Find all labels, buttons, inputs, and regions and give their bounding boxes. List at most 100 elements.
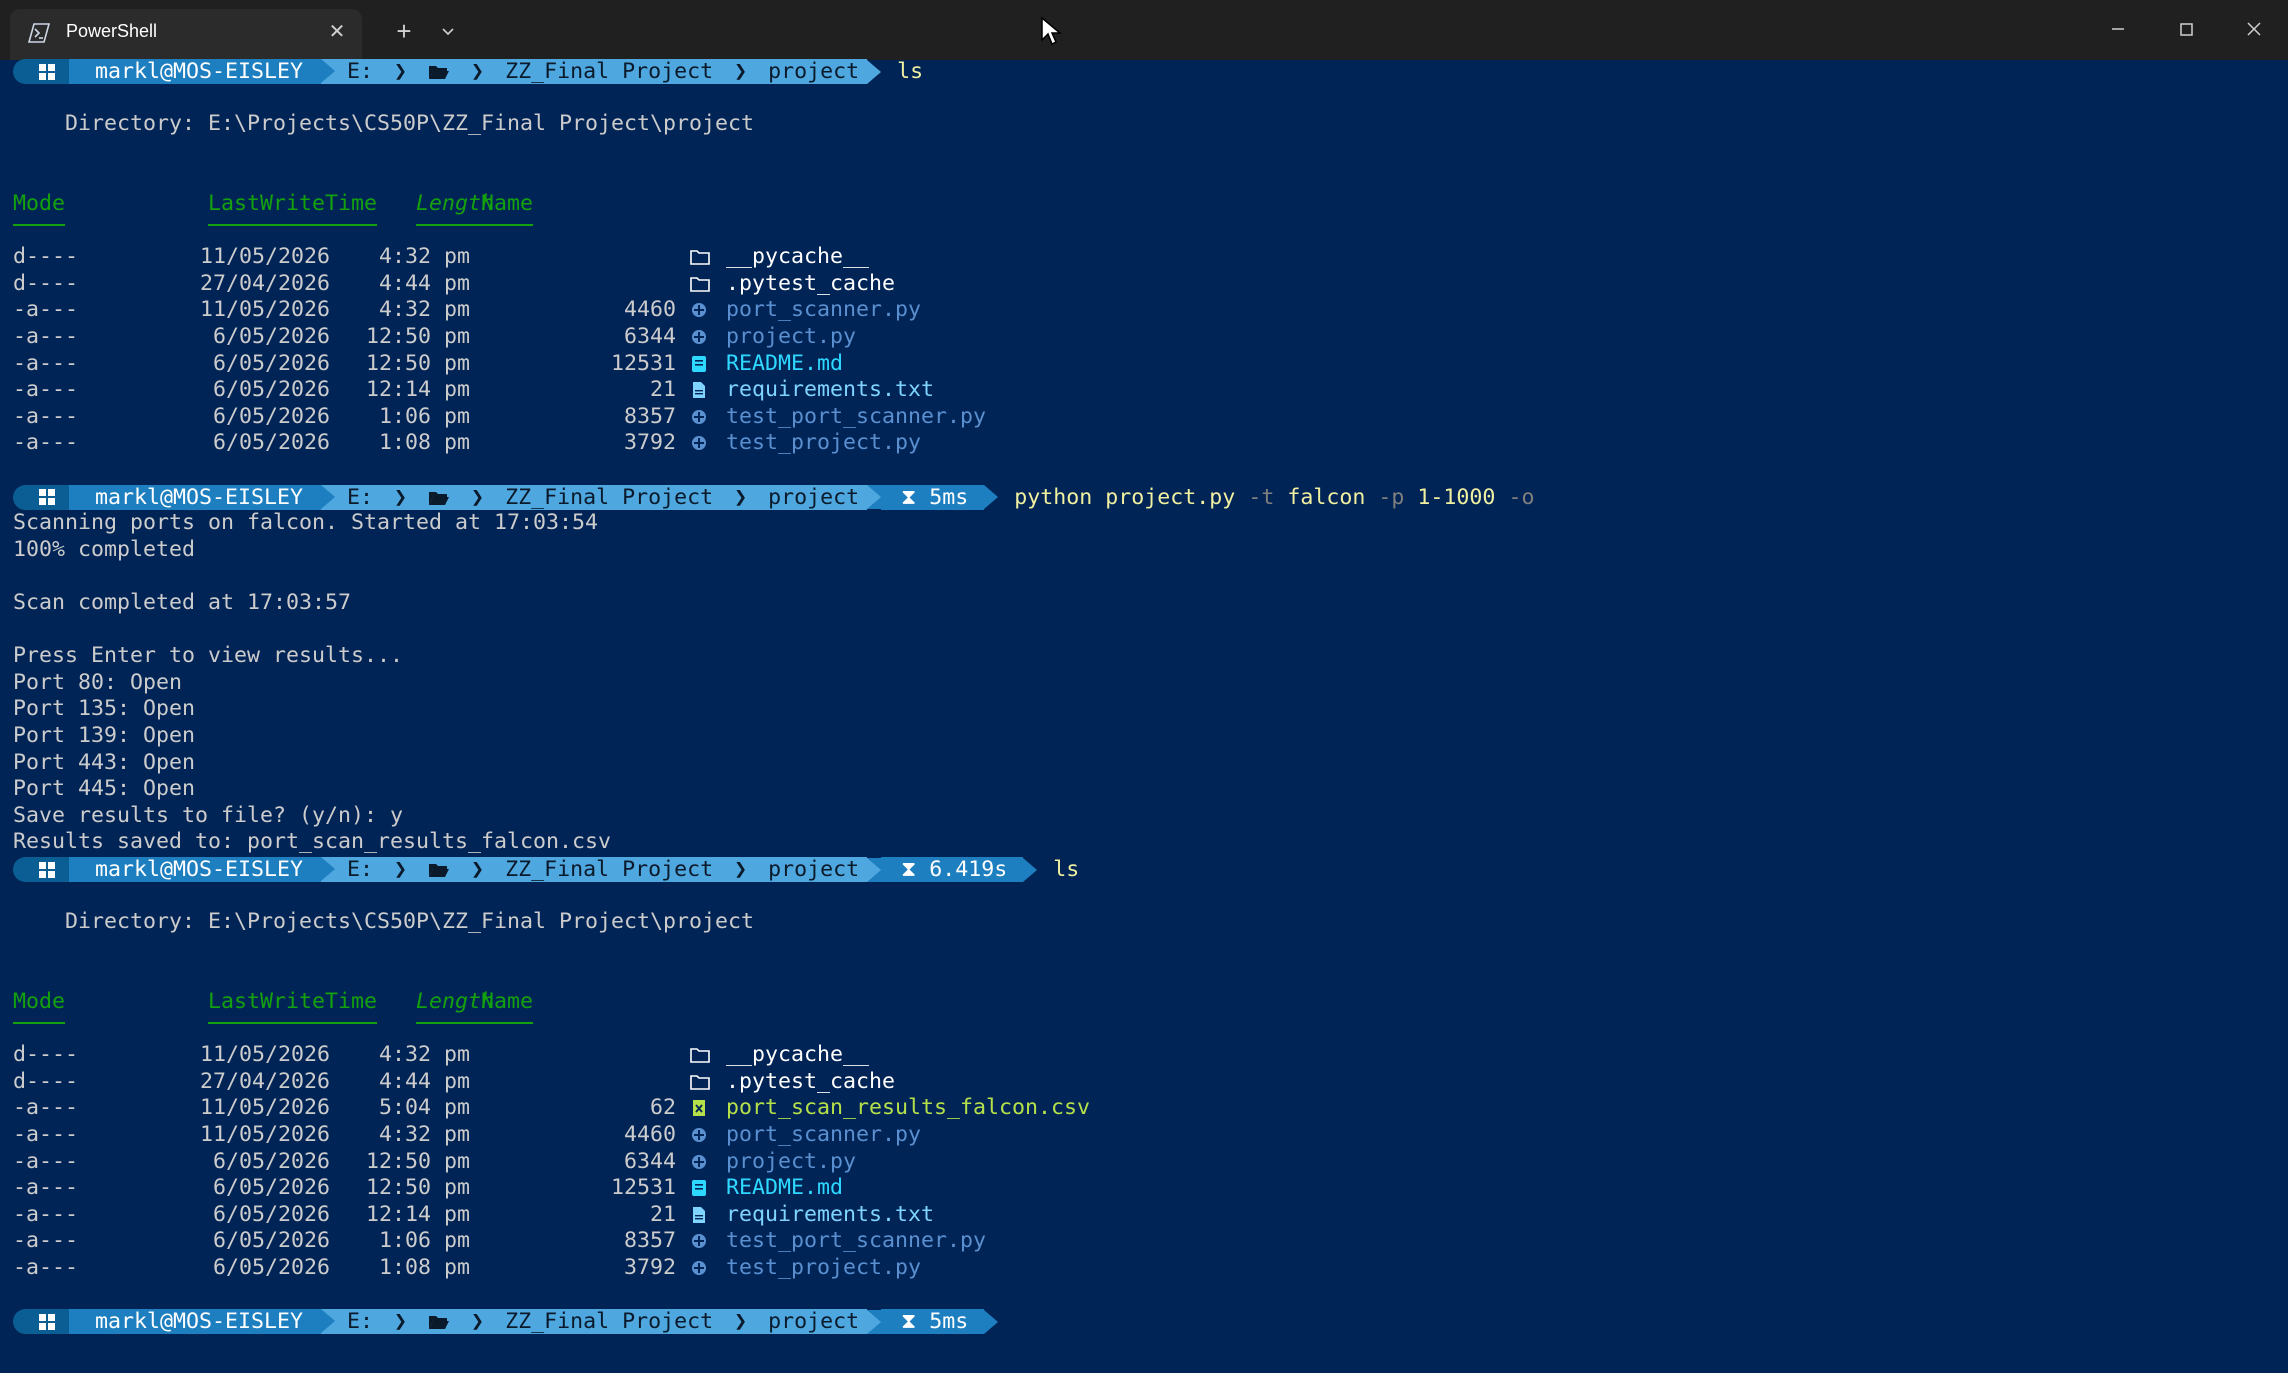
file-name[interactable]: .pytest_cache bbox=[690, 271, 895, 297]
prompt-user: markl@MOS-EISLEY bbox=[69, 59, 336, 84]
file-name[interactable]: test_project.py bbox=[690, 430, 921, 456]
file-length: 3792 bbox=[623, 430, 676, 456]
prompt-folder: project bbox=[768, 484, 860, 510]
file-name[interactable]: README.md bbox=[690, 1175, 843, 1201]
file-time: 4:32 pm bbox=[378, 1122, 470, 1147]
file-name-text: requirements.txt bbox=[726, 377, 935, 403]
header-underline bbox=[13, 223, 65, 226]
file-mode: -a--- bbox=[13, 403, 79, 429]
chevron-right-icon: ❯ bbox=[381, 484, 421, 510]
file-date: 6/05/2026 bbox=[212, 324, 330, 349]
file-name-text: __pycache__ bbox=[726, 244, 870, 270]
file-name[interactable]: .pytest_cache bbox=[690, 1069, 895, 1095]
file-time: 1:06 pm bbox=[378, 403, 470, 429]
prompt-folder: ZZ_Final Project bbox=[505, 857, 714, 882]
file-name[interactable]: README.md bbox=[690, 351, 843, 377]
file-time: 12:50 pm bbox=[365, 1175, 470, 1201]
file-mode: -a--- bbox=[13, 377, 79, 403]
file-name[interactable]: port_scan_results_falcon.csv bbox=[690, 1095, 1090, 1121]
folder-open-icon bbox=[428, 857, 450, 882]
file-date: 6/05/2026 bbox=[212, 1228, 330, 1254]
file-date: 11/05/2026 bbox=[199, 1095, 330, 1121]
file-mode: -a--- bbox=[13, 1148, 79, 1174]
windows-icon bbox=[39, 861, 55, 878]
chevron-right-icon: ❯ bbox=[721, 59, 761, 84]
chevron-right-icon: ❯ bbox=[721, 857, 761, 882]
maximize-icon[interactable] bbox=[2166, 16, 2206, 42]
folder-icon bbox=[690, 1072, 710, 1092]
file-name[interactable]: test_project.py bbox=[690, 1255, 921, 1281]
markdown-icon bbox=[690, 354, 710, 374]
file-name[interactable]: test_port_scanner.py bbox=[690, 404, 986, 430]
prompt-arrow bbox=[867, 1309, 882, 1334]
file-length: 4460 bbox=[623, 297, 676, 323]
column-header: LastWriteTime bbox=[208, 191, 378, 216]
python-icon bbox=[690, 327, 710, 347]
tab-powershell[interactable]: PowerShell ✕ bbox=[10, 9, 362, 60]
prompt-duration-value: 5ms bbox=[929, 1309, 969, 1335]
file-name-text: .pytest_cache bbox=[726, 1068, 896, 1094]
window-close-icon[interactable] bbox=[2234, 16, 2274, 42]
command-flag: -p bbox=[1378, 484, 1405, 510]
chevron-right-icon: ❯ bbox=[381, 59, 421, 84]
prompt-drive: E: bbox=[347, 1309, 374, 1335]
folder-open-icon bbox=[428, 1309, 450, 1334]
file-date: 6/05/2026 bbox=[212, 350, 330, 376]
file-date: 11/05/2026 bbox=[199, 297, 330, 323]
prompt-drive: E: bbox=[347, 857, 374, 882]
file-date: 6/05/2026 bbox=[212, 1201, 330, 1227]
file-name[interactable]: project.py bbox=[690, 324, 856, 350]
folder-icon bbox=[690, 1045, 710, 1065]
minimize-icon[interactable] bbox=[2098, 16, 2138, 42]
file-name[interactable]: requirements.txt bbox=[690, 377, 934, 403]
prompt-duration-value: 6.419s bbox=[929, 857, 1008, 882]
file-name[interactable]: test_port_scanner.py bbox=[690, 1228, 986, 1254]
column-header: Mode bbox=[13, 989, 66, 1014]
windows-icon bbox=[39, 489, 55, 506]
output-line: Port 445: Open bbox=[13, 776, 196, 802]
column-header: Mode bbox=[13, 191, 66, 216]
output-line: Port 135: Open bbox=[13, 696, 196, 722]
file-name[interactable]: project.py bbox=[690, 1149, 856, 1175]
prompt-user: markl@MOS-EISLEY bbox=[69, 484, 336, 510]
prompt-folder: project bbox=[768, 59, 860, 84]
file-date: 6/05/2026 bbox=[212, 403, 330, 429]
file-length: 21 bbox=[649, 377, 676, 403]
file-name[interactable]: port_scanner.py bbox=[690, 297, 921, 323]
file-name[interactable]: port_scanner.py bbox=[690, 1122, 921, 1148]
file-name-text: __pycache__ bbox=[726, 1042, 870, 1068]
file-name-text: README.md bbox=[726, 1175, 844, 1201]
chevron-right-icon: ❯ bbox=[721, 1309, 761, 1335]
chevron-down-icon[interactable] bbox=[433, 18, 463, 44]
file-name-text: test_port_scanner.py bbox=[726, 1228, 987, 1254]
file-date: 11/05/2026 bbox=[199, 1122, 330, 1147]
plus-icon[interactable]: + bbox=[389, 18, 419, 44]
file-name-text: .pytest_cache bbox=[726, 270, 896, 296]
folder-icon bbox=[690, 274, 710, 294]
file-name[interactable]: __pycache__ bbox=[690, 1042, 869, 1068]
file-time: 12:50 pm bbox=[365, 324, 470, 349]
file-name[interactable]: requirements.txt bbox=[690, 1202, 934, 1228]
file-mode: d---- bbox=[13, 1042, 79, 1068]
file-time: 4:44 pm bbox=[378, 1068, 470, 1094]
file-mode: -a--- bbox=[13, 324, 79, 349]
prompt-line: markl@MOS-EISLEY E: ❯ ❯ ZZ_Final Project … bbox=[13, 857, 1079, 882]
file-length: 12531 bbox=[610, 1175, 676, 1201]
file-date: 6/05/2026 bbox=[212, 1255, 330, 1280]
windows-icon bbox=[39, 1313, 55, 1330]
command-text: ls bbox=[897, 59, 924, 84]
file-length: 8357 bbox=[623, 1228, 676, 1254]
prompt-folder: ZZ_Final Project bbox=[505, 59, 714, 84]
file-mode: -a--- bbox=[13, 1095, 79, 1121]
file-name-text: project.py bbox=[726, 324, 857, 349]
close-icon[interactable]: ✕ bbox=[326, 21, 348, 43]
terminal-pane[interactable]: markl@MOS-EISLEY E: ❯ ❯ ZZ_Final Project … bbox=[0, 59, 2288, 1373]
python-icon bbox=[690, 1125, 710, 1145]
python-icon bbox=[690, 1231, 710, 1251]
file-mode: d---- bbox=[13, 244, 79, 270]
file-name[interactable]: __pycache__ bbox=[690, 244, 869, 270]
hourglass-icon: ⧗ bbox=[901, 857, 930, 882]
output-line: Scan completed at 17:03:57 bbox=[13, 590, 352, 615]
file-name-text: port_scan_results_falcon.csv bbox=[726, 1095, 1091, 1121]
file-time: 4:44 pm bbox=[378, 270, 470, 296]
